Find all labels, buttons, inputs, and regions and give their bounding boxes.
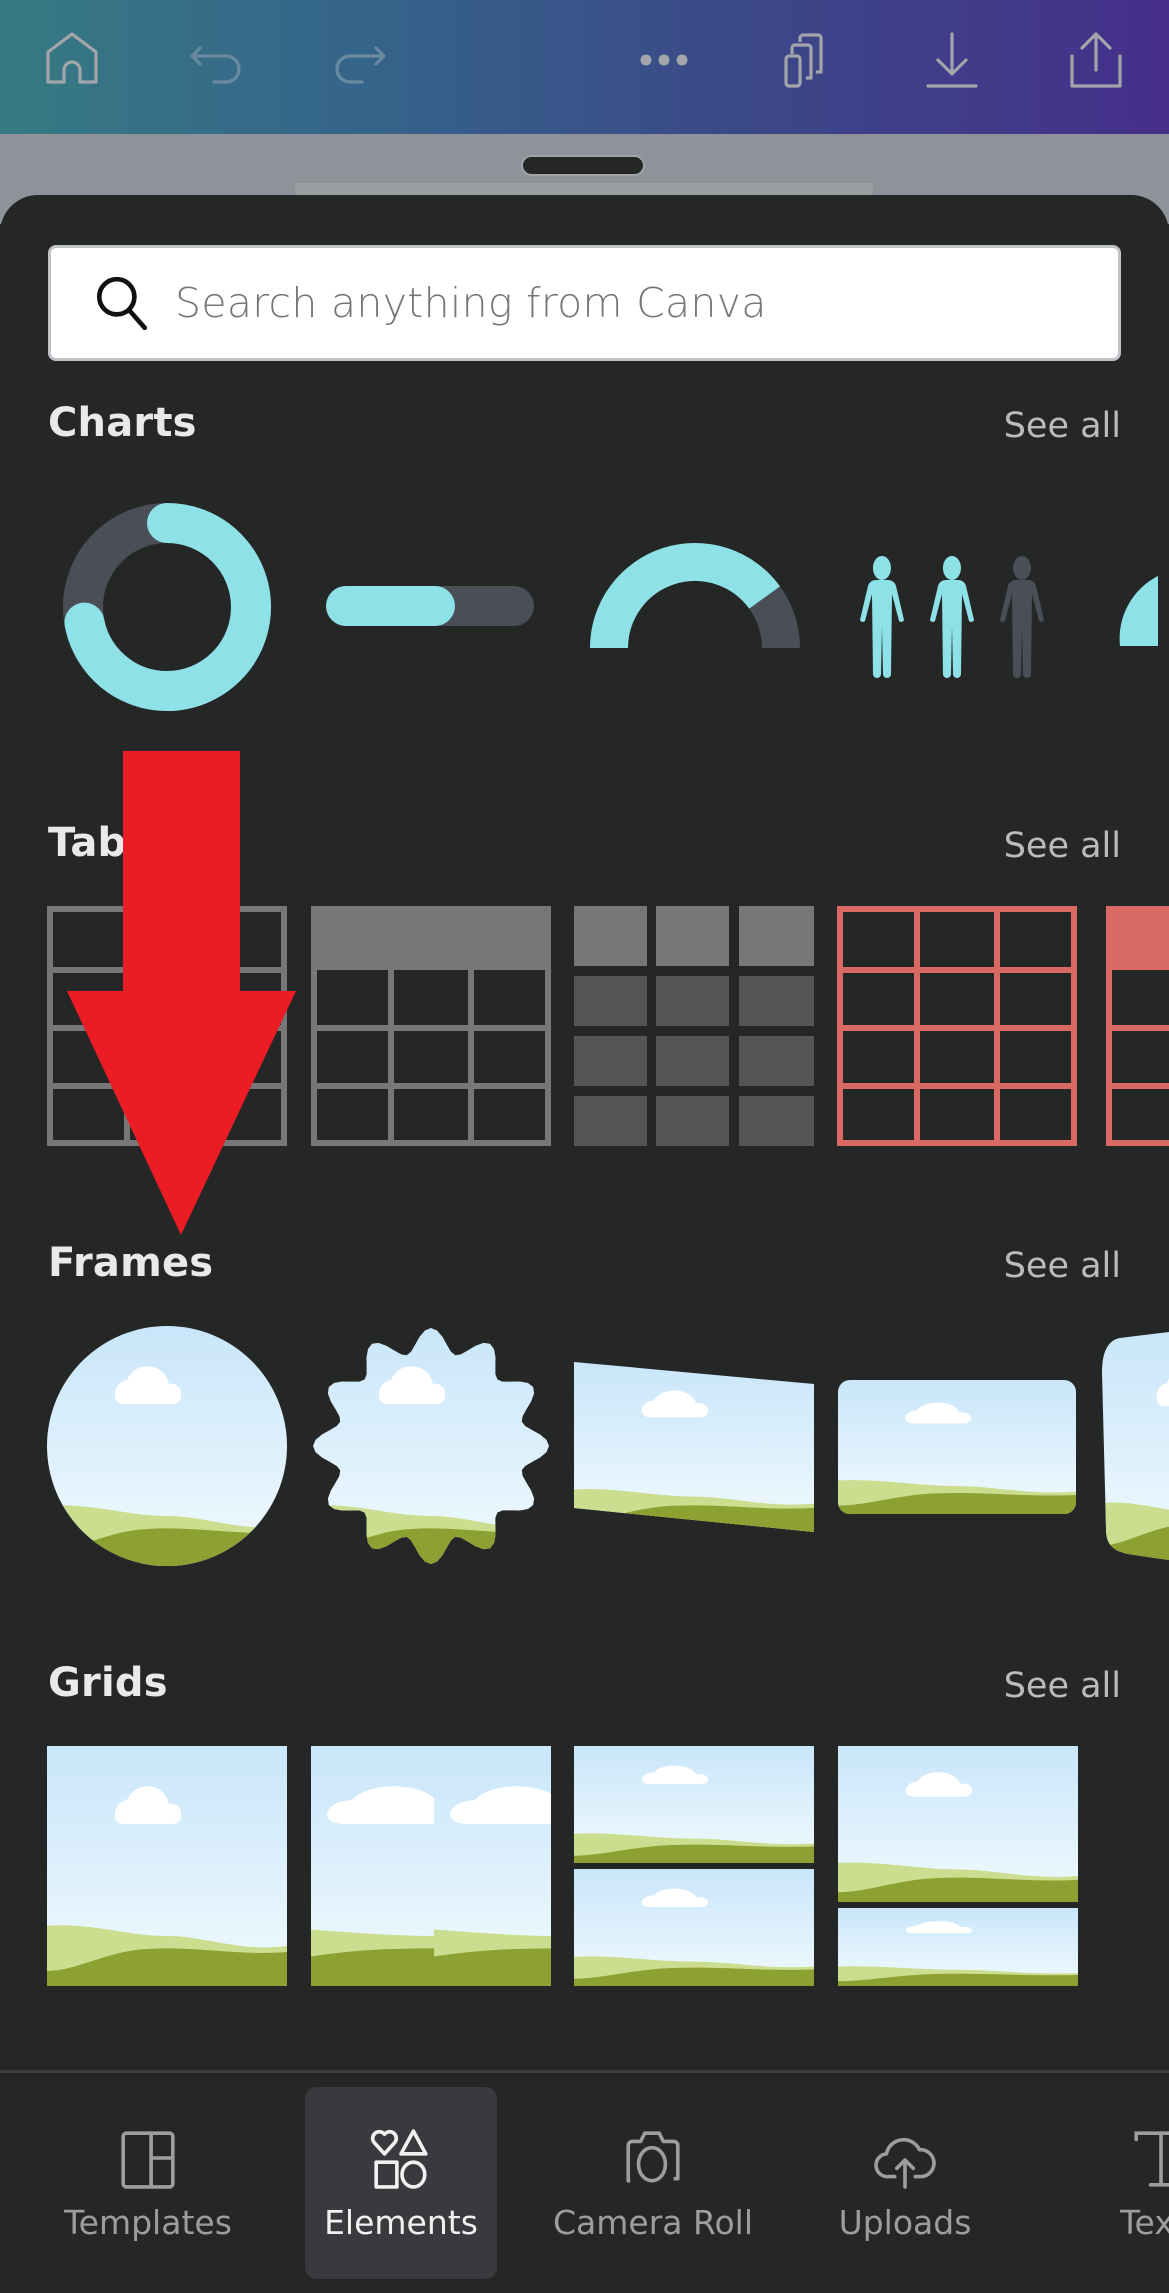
pages-icon <box>784 33 823 88</box>
nav-text[interactable]: Tex <box>1100 2087 1169 2279</box>
see-all-tables-link[interactable]: See all <box>1004 826 1121 866</box>
tables-row <box>0 900 1169 1150</box>
frames-row <box>0 1320 1169 1580</box>
top-large-grid-element[interactable] <box>838 1746 1078 1986</box>
undo-icon <box>190 46 241 84</box>
dial-value-arc <box>590 543 780 649</box>
undo-button[interactable] <box>186 28 250 92</box>
nav-label: Uploads <box>838 2203 972 2242</box>
pages-button[interactable] <box>776 28 840 92</box>
nav-label: Templates <box>64 2203 232 2242</box>
see-all-frames-link[interactable]: See all <box>1004 1246 1121 1286</box>
nav-label: Camera Roll <box>553 2203 753 2242</box>
pictogram-person <box>930 556 974 678</box>
nav-label: Tex <box>1120 2203 1169 2242</box>
share-button[interactable] <box>1064 28 1128 92</box>
grids-row <box>0 1740 1169 2000</box>
scalloped-frame-element[interactable] <box>311 1326 551 1566</box>
charts-row <box>0 480 1169 740</box>
grey-outline-table-element[interactable] <box>47 906 287 1146</box>
rounded-rect-frame-element[interactable] <box>838 1380 1076 1514</box>
skewed-frame-element[interactable] <box>574 1362 814 1532</box>
half-dial-element[interactable] <box>590 540 800 650</box>
nav-templates[interactable]: Templates <box>48 2087 248 2279</box>
two-row-grid-element[interactable] <box>574 1746 814 1986</box>
partial-chart-element[interactable] <box>1118 566 1169 646</box>
search-bar[interactable] <box>48 245 1121 361</box>
more-icon <box>640 54 688 66</box>
nav-label: Elements <box>324 2203 478 2242</box>
section-title-frames: Frames <box>48 1240 214 1286</box>
pictogram-element[interactable] <box>852 550 1062 680</box>
section-title-tables: Tab <box>48 820 127 866</box>
home-icon <box>46 32 98 84</box>
pictogram-person <box>1000 556 1044 678</box>
progress-fill <box>326 586 455 626</box>
download-button[interactable] <box>920 28 984 92</box>
top-toolbar <box>0 0 1169 134</box>
canva-mobile-editor: Charts See all <box>0 0 1169 2293</box>
nav-elements[interactable]: Elements <box>305 2087 497 2279</box>
redo-button[interactable] <box>326 28 390 92</box>
grey-header-table-element[interactable] <box>311 906 551 1146</box>
templates-icon <box>121 2131 175 2189</box>
curved-frame-element[interactable] <box>1100 1332 1169 1560</box>
nav-camera-roll[interactable]: Camera Roll <box>548 2087 758 2279</box>
section-title-grids: Grids <box>48 1660 168 1706</box>
search-input[interactable] <box>175 279 1055 327</box>
donut-chart-element[interactable] <box>62 502 272 712</box>
share-icon <box>1070 32 1122 88</box>
section-title-charts: Charts <box>48 400 197 446</box>
two-column-grid-element[interactable] <box>311 1746 551 1986</box>
elements-icon <box>370 2129 428 2189</box>
pictogram-person <box>860 556 904 678</box>
nav-uploads[interactable]: Uploads <box>810 2087 1000 2279</box>
camera-icon <box>626 2131 680 2183</box>
download-icon <box>926 32 978 88</box>
grey-block-table-element[interactable] <box>574 906 814 1146</box>
red-header-table-element[interactable] <box>1106 906 1169 1146</box>
red-outline-table-element[interactable] <box>837 906 1077 1146</box>
progress-bar-element[interactable] <box>326 586 534 626</box>
bottom-navigation: Templates Elements Camera Roll Uploads T… <box>0 2070 1169 2293</box>
see-all-grids-link[interactable]: See all <box>1004 1666 1121 1706</box>
home-button[interactable] <box>40 28 104 92</box>
see-all-charts-link[interactable]: See all <box>1004 406 1121 446</box>
sheet-drag-handle[interactable] <box>523 157 643 174</box>
search-icon <box>96 276 148 331</box>
upload-cloud-icon <box>874 2137 936 2189</box>
circle-frame-element[interactable] <box>47 1326 287 1566</box>
redo-icon <box>335 46 386 84</box>
single-grid-element[interactable] <box>47 1746 287 1986</box>
text-icon <box>1134 2131 1169 2187</box>
more-button[interactable] <box>632 28 696 92</box>
